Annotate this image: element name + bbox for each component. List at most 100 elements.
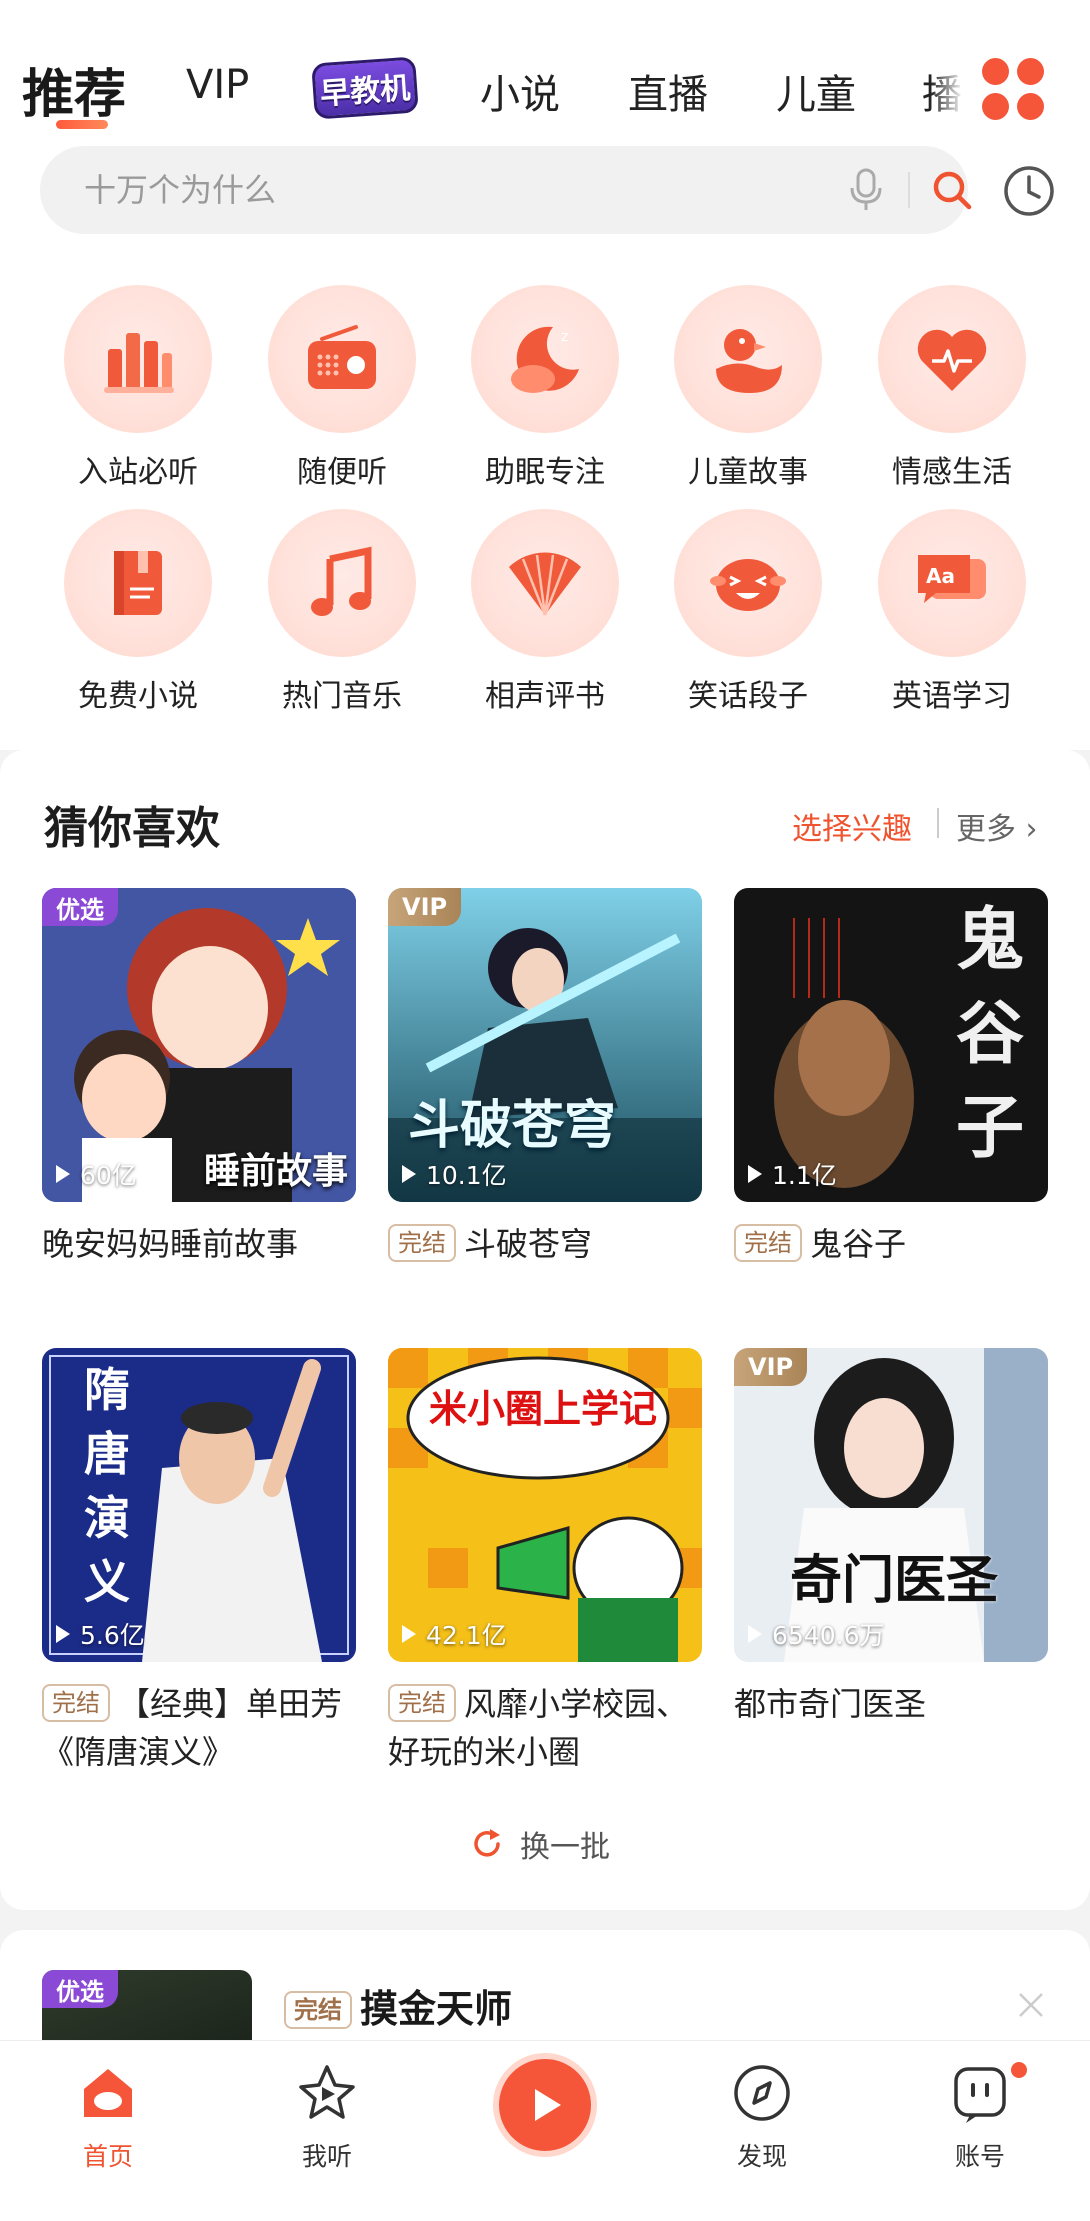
nav-label: 发现 xyxy=(736,2142,787,2171)
album-card[interactable]: 米小圈上学记 42.1亿 完结 风靡小学校园、好玩的米小圈 xyxy=(388,1348,702,1776)
nav-label: 首页 xyxy=(82,2142,133,2171)
play-icon xyxy=(748,1165,762,1183)
chart-bars-icon xyxy=(64,285,212,433)
album-card[interactable]: 优选 睡前故事 60亿 晚安妈妈睡前故事 xyxy=(42,888,356,1268)
nav-home[interactable]: 首页 xyxy=(48,2061,168,2173)
tab-early-education[interactable]: 早教机 xyxy=(311,56,419,120)
cover-text: 米小圈上学记 xyxy=(428,1387,657,1431)
album-cover[interactable]: VIP 斗破苍穹 10.1亿 xyxy=(388,888,702,1202)
vip-badge: VIP xyxy=(734,1348,808,1386)
album-card[interactable]: 鬼谷子 1.1亿 完结 鬼谷子 xyxy=(734,888,1048,1268)
play-count: 1.1亿 xyxy=(748,1156,837,1192)
select-interest-link[interactable]: 选择兴趣 xyxy=(792,804,912,848)
category-item[interactable]: Aa 英语学习 xyxy=(862,509,1042,715)
close-icon[interactable] xyxy=(1016,1990,1046,2020)
section-title: 猜你喜欢 xyxy=(44,803,220,854)
finished-tag: 完结 xyxy=(388,1224,456,1262)
category-item[interactable]: 情感生活 xyxy=(862,285,1042,491)
pick-badge: 优选 xyxy=(42,1970,118,2008)
cover-text: 隋唐演义 xyxy=(84,1363,130,1609)
all-channels-grid-icon[interactable] xyxy=(982,58,1046,122)
star-play-icon xyxy=(299,2065,355,2119)
album-cover[interactable]: 米小圈上学记 42.1亿 xyxy=(388,1348,702,1662)
album-title: 完结 鬼谷子 xyxy=(734,1220,1048,1268)
category-label: 英语学习 xyxy=(892,679,1012,714)
nav-label: 账号 xyxy=(954,2142,1005,2171)
album-cover[interactable]: 优选 睡前故事 60亿 xyxy=(42,888,356,1202)
finished-tag: 完结 xyxy=(388,1684,456,1722)
album-cover[interactable]: 隋唐演义 5.6亿 xyxy=(42,1348,356,1662)
tab-recommend[interactable]: 推荐 xyxy=(22,52,126,127)
nav-discover[interactable]: 发现 xyxy=(702,2061,822,2173)
header-divider xyxy=(937,808,939,838)
laughing-face-icon xyxy=(674,509,822,657)
header-area: 推荐 VIP 早教机 小说 直播 儿童 播 入站必听 xyxy=(0,0,1090,750)
category-label: 免费小说 xyxy=(78,679,198,714)
active-tab-underline xyxy=(56,120,108,129)
category-item[interactable]: 入站必听 xyxy=(48,285,228,491)
search-icon[interactable] xyxy=(930,168,974,212)
play-count: 60亿 xyxy=(56,1156,137,1192)
play-count: 42.1亿 xyxy=(402,1616,507,1652)
fan-icon xyxy=(471,509,619,657)
nav-label: 我听 xyxy=(301,2142,352,2171)
search-input[interactable] xyxy=(84,146,804,234)
vip-badge: VIP xyxy=(388,888,462,926)
category-item[interactable]: 相声评书 xyxy=(455,509,635,715)
pick-badge: 优选 xyxy=(42,888,118,926)
top-tabs: 推荐 VIP 早教机 小说 直播 儿童 播 xyxy=(0,40,1090,150)
duck-icon xyxy=(674,285,822,433)
nav-my-listen[interactable]: 我听 xyxy=(267,2061,387,2173)
play-count: 5.6亿 xyxy=(56,1616,145,1652)
guess-you-like-section: 猜你喜欢 选择兴趣 更多 › 优选 睡前故事 60亿 晚安妈妈睡前故事 VIP … xyxy=(0,750,1090,1910)
tab-novel[interactable]: 小说 xyxy=(480,62,560,120)
refresh-label: 换一批 xyxy=(520,1830,610,1865)
home-icon xyxy=(84,2069,132,2117)
finished-tag: 完结 xyxy=(42,1684,110,1722)
history-clock-icon[interactable] xyxy=(1002,164,1056,218)
compass-icon xyxy=(734,2065,790,2121)
album-cover[interactable]: 奇门医圣 VIP 6540.6万 xyxy=(734,1348,1048,1662)
album-card[interactable]: 奇门医圣 VIP 6540.6万 都市奇门医圣 xyxy=(734,1348,1048,1728)
album-card[interactable]: VIP 斗破苍穹 10.1亿 完结 斗破苍穹 xyxy=(388,888,702,1268)
category-label: 相声评书 xyxy=(485,679,605,714)
radio-icon xyxy=(268,285,416,433)
cover-text: 鬼谷子 xyxy=(955,901,1024,1168)
refresh-icon xyxy=(474,1829,500,1857)
album-title: 都市奇门医圣 xyxy=(734,1685,927,1723)
album-title: 晚安妈妈睡前故事 xyxy=(42,1225,299,1263)
search-divider xyxy=(908,172,910,208)
album-card[interactable]: 隋唐演义 5.6亿 完结 【经典】单田芳《隋唐演义》 xyxy=(42,1348,356,1776)
category-item[interactable]: 热门音乐 xyxy=(252,509,432,715)
tab-vip[interactable]: VIP xyxy=(186,62,249,108)
category-label: 情感生活 xyxy=(892,455,1012,490)
bottom-nav: 首页 我听 发现 账号 xyxy=(0,2040,1090,2221)
more-link[interactable]: 更多 › xyxy=(956,804,1038,848)
play-icon xyxy=(402,1625,416,1643)
category-item[interactable]: 笑话段子 xyxy=(658,509,838,715)
microphone-icon[interactable] xyxy=(846,168,886,212)
category-item[interactable]: 免费小说 xyxy=(48,509,228,715)
play-icon xyxy=(748,1625,762,1643)
play-icon xyxy=(535,2089,561,2121)
aa-chat-icon: Aa xyxy=(878,509,1026,657)
album-title: 完结 风靡小学校园、好玩的米小圈 xyxy=(388,1684,689,1771)
search-bar[interactable] xyxy=(40,146,972,234)
tab-children[interactable]: 儿童 xyxy=(776,62,856,120)
play-icon xyxy=(402,1165,416,1183)
heart-pulse-icon xyxy=(878,285,1026,433)
category-label: 入站必听 xyxy=(78,455,198,490)
category-item[interactable]: 儿童故事 xyxy=(658,285,838,491)
tab-live[interactable]: 直播 xyxy=(628,62,708,120)
svg-text:Aa: Aa xyxy=(926,564,955,588)
refresh-batch-button[interactable]: 换一批 xyxy=(470,1822,610,1866)
category-item[interactable]: z 助眠专注 xyxy=(455,285,635,491)
category-label: 儿童故事 xyxy=(688,455,808,490)
category-item[interactable]: 随便听 xyxy=(252,285,432,491)
album-cover[interactable]: 鬼谷子 1.1亿 xyxy=(734,888,1048,1202)
album-title: 完结 【经典】单田芳《隋唐演义》 xyxy=(42,1684,343,1771)
player-play-button[interactable] xyxy=(493,2053,597,2157)
finished-tag: 完结 xyxy=(284,1991,352,2029)
moon-cloud-icon: z xyxy=(471,285,619,433)
book-icon xyxy=(64,509,212,657)
